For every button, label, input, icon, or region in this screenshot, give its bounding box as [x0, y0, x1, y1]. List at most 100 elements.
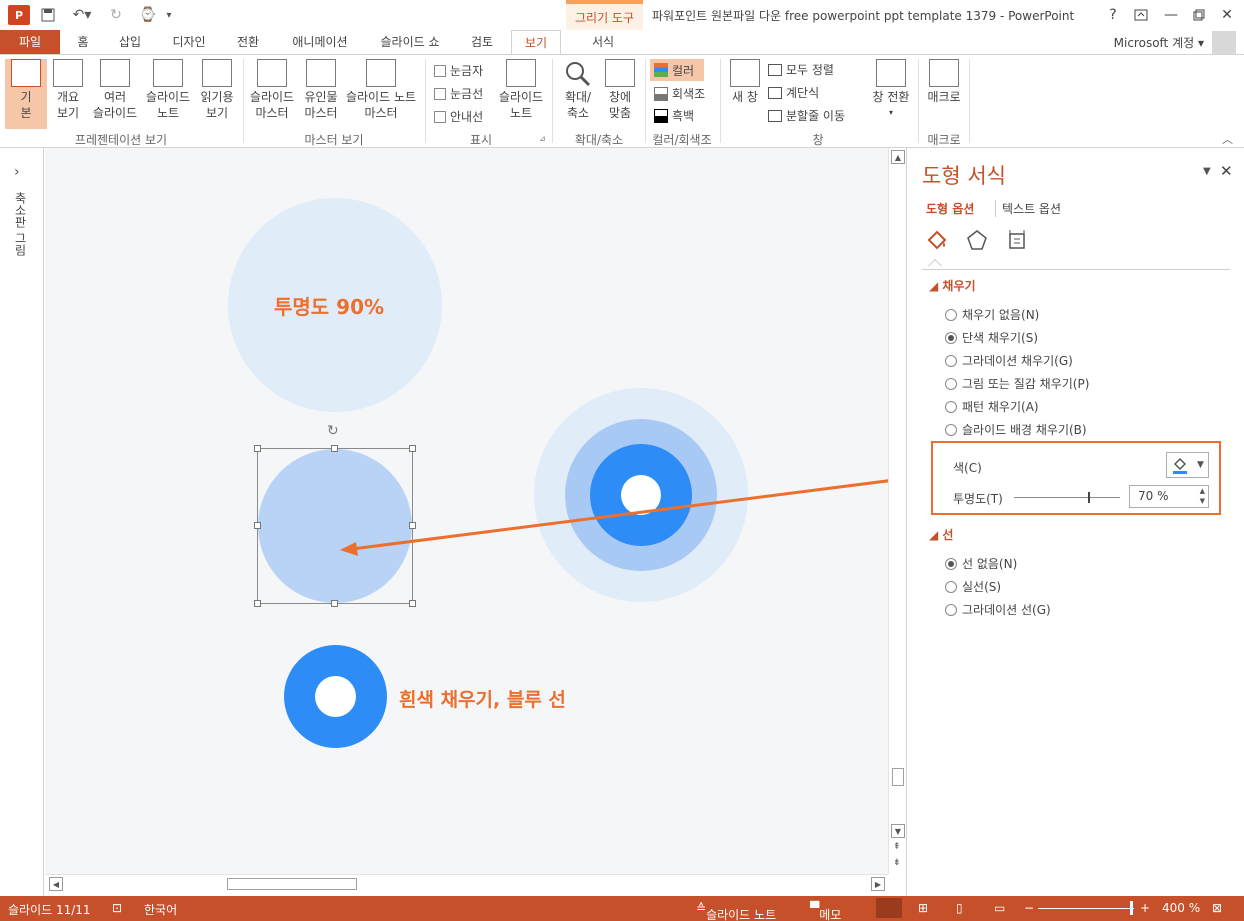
previous-slide-icon[interactable]: ⇞ [893, 842, 901, 852]
transparency-input[interactable]: 70 % ▲ ▼ [1129, 485, 1209, 508]
resize-handle[interactable] [254, 522, 261, 529]
gridlines-checkbox[interactable]: 눈금선 [434, 85, 483, 102]
grayscale-button[interactable]: 회색조 [654, 85, 705, 102]
fill-option-solid[interactable]: 단색 채우기(S) [945, 329, 1038, 346]
new-window-button[interactable]: 새 창 [726, 59, 764, 105]
effects-icon[interactable] [965, 228, 989, 252]
tab-home[interactable]: 홈 [68, 30, 98, 54]
save-icon[interactable] [38, 5, 58, 25]
zoom-level[interactable]: 400 % [1162, 901, 1200, 915]
notes-page-button[interactable]: 슬라이드 노트 [143, 59, 193, 121]
notes-master-button[interactable]: 슬라이드 노트 마스터 [342, 59, 420, 121]
start-slideshow-icon[interactable]: ⌚ [136, 5, 160, 25]
expand-thumbnails-icon[interactable]: › [14, 164, 20, 180]
tab-transitions[interactable]: 전환 [228, 30, 268, 54]
slide-sorter-button[interactable]: 여러 슬라이드 [90, 59, 140, 121]
line-section-header[interactable]: ◢ 선 [929, 526, 953, 543]
spell-check-icon[interactable]: ⊡ [112, 901, 122, 915]
resize-handle[interactable] [409, 522, 416, 529]
resize-handle[interactable] [254, 600, 261, 607]
slide-sorter-status-icon[interactable]: ⊞ [918, 901, 928, 915]
macros-button[interactable]: 매크로 [922, 59, 966, 105]
resize-handle[interactable] [254, 445, 261, 452]
minimize-icon[interactable]: — [1156, 4, 1186, 26]
scroll-right-icon[interactable]: ▶ [871, 877, 885, 891]
fill-color-picker[interactable]: ▼ [1166, 452, 1209, 478]
vertical-scrollbar[interactable]: ▲ ▼ ⇞ ⇟ [888, 148, 906, 874]
spinner-icon[interactable]: ▲ ▼ [1200, 486, 1205, 506]
fill-option-no-fill[interactable]: 채우기 없음(N) [945, 306, 1039, 323]
notes-toggle-button[interactable]: 슬라이드 노트 [494, 59, 548, 121]
line-option-gradient[interactable]: 그라데이션 선(G) [945, 601, 1051, 618]
arrange-all-button[interactable]: 모두 정렬 [768, 61, 834, 78]
account-menu[interactable]: Microsoft 계정 ▾ [1114, 34, 1204, 51]
tab-review[interactable]: 검토 [462, 30, 502, 54]
guides-checkbox[interactable]: 안내선 [434, 108, 483, 125]
normal-view-button[interactable]: 기 본 [5, 59, 47, 129]
fill-section-header[interactable]: ◢ 채우기 [929, 277, 976, 294]
pane-close-icon[interactable]: ✕ [1220, 162, 1233, 180]
undo-icon[interactable]: ↶▾ [68, 5, 96, 25]
tab-shape-options[interactable]: 도형 옵션 [926, 200, 974, 217]
fill-line-icon[interactable] [925, 228, 949, 252]
zoom-slider[interactable] [1038, 908, 1134, 909]
zoom-slider-thumb[interactable] [1130, 901, 1133, 915]
rotate-handle-icon[interactable]: ↻ [327, 423, 339, 439]
scroll-left-icon[interactable]: ◀ [49, 877, 63, 891]
tab-design[interactable]: 디자인 [164, 30, 214, 54]
help-button[interactable]: ? [1098, 4, 1128, 26]
line-option-solid[interactable]: 실선(S) [945, 578, 1001, 595]
resize-handle[interactable] [409, 600, 416, 607]
resize-handle[interactable] [409, 445, 416, 452]
reading-view-button[interactable]: 읽기용 보기 [196, 59, 238, 121]
close-icon[interactable]: ✕ [1212, 4, 1242, 26]
collapse-ribbon-icon[interactable]: ︿ [1222, 131, 1233, 147]
dialog-launcher-icon[interactable]: ⊿ [539, 134, 546, 143]
tab-text-options[interactable]: 텍스트 옵션 [995, 200, 1061, 217]
fill-option-pattern[interactable]: 패턴 채우기(A) [945, 398, 1039, 415]
scroll-down-icon[interactable]: ▼ [891, 824, 905, 838]
zoom-out-icon[interactable]: − [1024, 901, 1034, 915]
slide-master-button[interactable]: 슬라이드 마스터 [246, 59, 298, 121]
tab-format[interactable]: 서식 [578, 30, 628, 54]
normal-view-status-icon[interactable] [876, 898, 902, 918]
comments-toggle[interactable]: ▀ 메모 [810, 901, 841, 921]
next-slide-icon[interactable]: ⇟ [893, 858, 901, 868]
avatar[interactable] [1212, 31, 1236, 55]
transparency-slider[interactable] [1014, 492, 1120, 503]
reading-view-status-icon[interactable]: ▯ [956, 901, 963, 915]
tab-animations[interactable]: 애니메이션 [282, 30, 358, 54]
resize-handle[interactable] [331, 445, 338, 452]
white-fill-caption[interactable]: 흰색 채우기, 블루 선 [399, 685, 566, 712]
notes-toggle[interactable]: ≙ 슬라이드 노트 [696, 901, 776, 921]
tab-file[interactable]: 파일 [0, 30, 60, 54]
fit-slide-icon[interactable]: ⊠ [1212, 901, 1222, 915]
customize-qat-icon[interactable]: ▾ [162, 5, 176, 25]
fit-to-window-button[interactable]: 창에 맞춤 [600, 59, 640, 121]
thumbnails-label[interactable]: 축소판 그림 [12, 192, 29, 256]
zoom-button[interactable]: 확대/ 축소 [558, 59, 598, 121]
redo-icon[interactable]: ↻ [106, 5, 126, 25]
tab-slideshow[interactable]: 슬라이드 쇼 [370, 30, 450, 54]
transparency-slider-thumb[interactable] [1088, 492, 1091, 503]
handout-master-button[interactable]: 유인물 마스터 [300, 59, 342, 121]
tab-insert[interactable]: 삽입 [110, 30, 150, 54]
outline-view-button[interactable]: 개요 보기 [50, 59, 86, 121]
powerpoint-logo-icon[interactable]: P [8, 5, 30, 25]
tab-view[interactable]: 보기 [511, 30, 561, 55]
center-dot-shape[interactable] [621, 475, 661, 515]
size-properties-icon[interactable] [1005, 228, 1029, 252]
fill-option-picture[interactable]: 그림 또는 질감 채우기(P) [945, 375, 1089, 392]
move-split-button[interactable]: 분할줄 이동 [768, 107, 845, 124]
cascade-button[interactable]: 계단식 [768, 84, 819, 101]
maximize-icon[interactable] [1184, 4, 1214, 26]
ribbon-display-options-icon[interactable] [1126, 4, 1156, 26]
slide-counter[interactable]: 슬라이드 11/11 [8, 901, 91, 918]
horizontal-scroll-thumb[interactable] [227, 878, 357, 890]
fill-option-slide-background[interactable]: 슬라이드 배경 채우기(B) [945, 421, 1087, 438]
slideshow-status-icon[interactable]: ▭ [994, 901, 1005, 915]
black-white-button[interactable]: 흑백 [654, 107, 694, 124]
resize-handle[interactable] [331, 600, 338, 607]
transparency-caption[interactable]: 투명도 90% [274, 291, 384, 320]
fill-option-gradient[interactable]: 그라데이션 채우기(G) [945, 352, 1073, 369]
